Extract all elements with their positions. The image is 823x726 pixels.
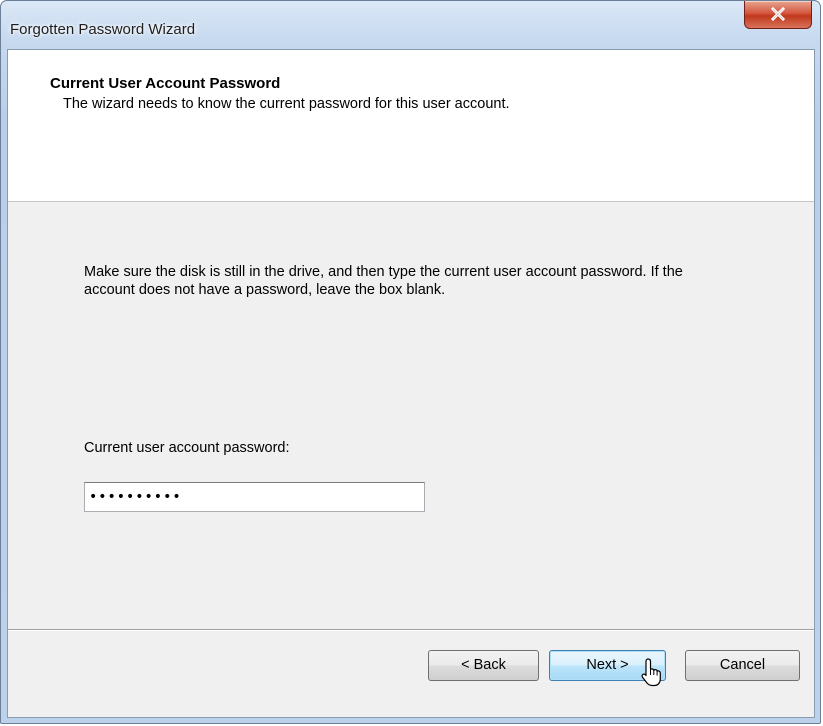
wizard-header: Current User Account Password The wizard… — [8, 50, 814, 202]
wizard-window: Forgotten Password Wizard Current User A… — [0, 0, 821, 724]
close-icon — [770, 6, 786, 22]
instructions-text: Make sure the disk is still in the drive… — [84, 264, 683, 298]
password-input[interactable] — [84, 482, 425, 512]
password-label: Current user account password: — [84, 440, 290, 456]
window-title: Forgotten Password Wizard — [10, 21, 196, 38]
mouse-pointer-icon — [641, 658, 663, 693]
title-bar[interactable]: Forgotten Password Wizard — [1, 1, 820, 49]
cancel-button[interactable]: Cancel — [685, 650, 800, 681]
page-subtitle: The wizard needs to know the current pas… — [63, 96, 510, 112]
back-button[interactable]: < Back — [428, 650, 539, 681]
close-button[interactable] — [744, 1, 812, 29]
page-title: Current User Account Password — [50, 75, 281, 92]
footer-divider — [8, 629, 814, 631]
wizard-content: Current User Account Password The wizard… — [7, 49, 815, 718]
